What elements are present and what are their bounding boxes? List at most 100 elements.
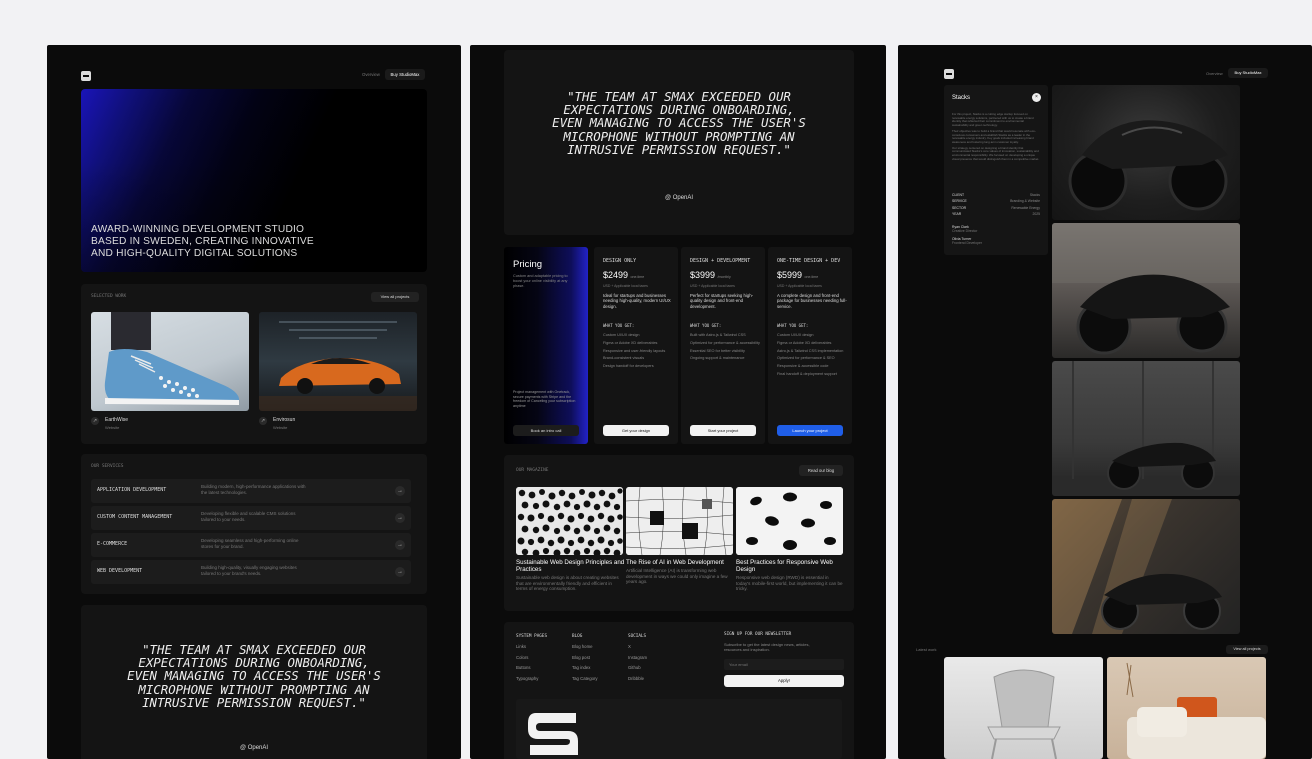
testimonial-quote: "THE TEAM AT SMAX EXCEEDED OUR EXPECTATI…	[127, 642, 381, 710]
car-illustration	[259, 321, 417, 411]
view-all-projects-button[interactable]: View all projects	[1226, 645, 1268, 654]
project-image-earthwise[interactable]	[91, 312, 249, 411]
chair-illustration	[987, 669, 1061, 759]
get-your-design-button[interactable]: Get your design	[603, 425, 669, 436]
pricing-page-panel: "THE TEAM AT SMAX EXCEEDED OUR EXPECTATI…	[470, 45, 886, 759]
blog-image-sustainable[interactable]	[516, 487, 623, 555]
service-title: WEB DEVELOPMENT	[97, 568, 143, 574]
launch-your-project-button[interactable]: Launch your project	[777, 425, 843, 436]
arrow-right-icon[interactable]: →	[395, 513, 405, 523]
footer-link[interactable]: Colors	[516, 653, 547, 663]
plan-features: Built with Astro.js & Tailwind CSS Optim…	[690, 333, 760, 361]
services-label: OUR SERVICES	[91, 464, 124, 469]
footer-link[interactable]: Tag Category	[572, 674, 598, 684]
plan-desc: Perfect for startups seeking high-qualit…	[690, 293, 754, 309]
selected-work-section: SELECTED WORK View all projects ↗ EarthW…	[81, 284, 427, 444]
footer-logo-card	[516, 699, 842, 759]
latest-work-image-chair[interactable]	[944, 657, 1103, 759]
testimonial-quote: "THE TEAM AT SMAX EXCEEDED OUR EXPECTATI…	[552, 89, 806, 157]
plan-features-label: WHAT YOU GET:	[603, 323, 635, 328]
start-your-project-button[interactable]: Start your project	[690, 425, 756, 436]
newsletter-email-input[interactable]	[724, 659, 844, 670]
nav-overview-link[interactable]: Overview	[1206, 71, 1223, 76]
read-our-blog-button[interactable]: Read our blog	[799, 465, 843, 476]
view-all-projects-button[interactable]: View all projects	[371, 292, 419, 302]
arrow-right-icon[interactable]: →	[395, 540, 405, 550]
studio-logo-icon[interactable]	[81, 71, 91, 81]
work-type-envirosun: Website	[273, 425, 288, 430]
service-row[interactable]: WEB DEVELOPMENT Building high-quality, v…	[91, 560, 411, 584]
work-title-earthwise[interactable]: EarthWise	[105, 417, 128, 423]
buy-studiomax-button[interactable]: Buy StudioMax	[1228, 68, 1268, 78]
project-team: Ryan Clark Creative Director Olivia Turn…	[952, 225, 982, 246]
project-image-envirosun[interactable]	[259, 312, 417, 411]
newsletter-desc: Subscribe to get the latest design news,…	[724, 642, 810, 653]
project-image-motorcycle-2[interactable]	[1052, 223, 1240, 358]
pebbles-image	[736, 487, 843, 555]
service-row[interactable]: E-COMMERCE Developing seamless and high-…	[91, 533, 411, 557]
service-desc: Developing flexible and scalable CMS sol…	[201, 511, 296, 522]
selected-work-label: SELECTED WORK	[91, 294, 127, 299]
blog-post-title[interactable]: Best Practices for Responsive Web Design	[736, 559, 846, 574]
service-row[interactable]: APPLICATION DEVELOPMENT Building modern,…	[91, 479, 411, 503]
plan-price: $5999 one-time	[777, 270, 819, 280]
close-icon[interactable]: ×	[1032, 93, 1041, 102]
buy-studiomax-button[interactable]: Buy StudioMax	[385, 69, 425, 80]
sneaker-illustration	[104, 312, 240, 405]
footer-link[interactable]: X	[628, 642, 647, 652]
plan-name: DESIGN + DEVELOPMENT	[690, 258, 751, 264]
project-image-motorcycle-3[interactable]	[1052, 361, 1240, 496]
plan-card-design-only: DESIGN ONLY $2499 one-time USD + Applica…	[594, 247, 678, 444]
footer-link[interactable]: Buttons	[516, 663, 547, 673]
newsletter-title: SIGN UP FOR OUR NEWSLETTER	[724, 632, 792, 637]
footer-link[interactable]: Links	[516, 642, 547, 652]
grid-blur-image	[626, 487, 733, 555]
footer-link[interactable]: Instagram	[628, 653, 647, 663]
blog-image-ai[interactable]	[626, 487, 733, 555]
studio-logo-icon[interactable]	[944, 69, 954, 79]
footer-system-pages: SYSTEM PAGES Links Colors Buttons Typogr…	[516, 632, 547, 684]
testimonial-author: @ OpenAI	[239, 745, 269, 751]
project-image-motorcycle-1[interactable]	[1052, 85, 1240, 220]
work-type-earthwise: Website	[105, 425, 120, 430]
plan-desc: A complete design and front-end package …	[777, 293, 847, 309]
work-title-envirosun[interactable]: Envirosun	[273, 417, 295, 423]
plan-features: Custom UI/UX design Figma or Adobe XD de…	[777, 333, 844, 376]
service-title: CUSTOM CONTENT MANAGEMENT	[97, 514, 173, 520]
footer-link[interactable]: Tag index	[572, 663, 598, 673]
services-section: OUR SERVICES APPLICATION DEVELOPMENT Bui…	[81, 454, 427, 594]
pattern-cells-image	[516, 487, 623, 555]
arrow-right-icon[interactable]: →	[395, 567, 405, 577]
plan-card-design-development: DESIGN + DEVELOPMENT $3999 /monthly USD …	[681, 247, 765, 444]
plan-card-one-time: ONE-TIME DESIGN + DEV $5999 one-time USD…	[768, 247, 852, 444]
arrow-right-icon[interactable]: →	[395, 486, 405, 496]
blog-image-responsive[interactable]	[736, 487, 843, 555]
blog-post-desc: Sustainable web design is about creating…	[516, 575, 619, 592]
footer-link[interactable]: Github	[628, 663, 647, 673]
blog-post-title[interactable]: Sustainable Web Design Principles and Pr…	[516, 559, 626, 574]
book-intro-call-button[interactable]: Book an intro call	[513, 425, 579, 436]
plan-tax-note: USD + Applicable local taxes	[777, 284, 822, 288]
plan-tax-note: USD + Applicable local taxes	[690, 284, 735, 288]
blog-post-title[interactable]: The Rise of AI in Web Development	[626, 559, 736, 566]
magazine-label: OUR MAGAZINE	[516, 468, 549, 473]
newsletter-apply-button[interactable]: Apply!	[724, 675, 844, 687]
testimonial-author: @ OpenAI	[664, 195, 694, 201]
footer-link[interactable]: Blog post	[572, 653, 598, 663]
nav-overview-link[interactable]: Overview	[362, 72, 380, 77]
testimonial-section: "THE TEAM AT SMAX EXCEEDED OUR EXPECTATI…	[81, 605, 427, 759]
footer-link[interactable]: Dribbble	[628, 674, 647, 684]
plan-price: $3999 /monthly	[690, 270, 731, 280]
blog-post-desc: Responsive web design (RWD) is essential…	[736, 575, 843, 592]
plan-tax-note: USD + Applicable local taxes	[603, 284, 648, 288]
latest-work-image-sofa[interactable]	[1107, 657, 1266, 759]
footer-link[interactable]: Blog home	[572, 642, 598, 652]
footer-link[interactable]: Typography	[516, 674, 547, 684]
plan-price: $2499 one-time	[603, 270, 645, 280]
arrow-icon: ↗	[259, 417, 267, 425]
motorcycle-illustration	[1068, 120, 1228, 211]
pricing-note: Project management with Onetrack, secure…	[513, 390, 576, 408]
project-image-motorcycle-4[interactable]	[1052, 499, 1240, 634]
service-row[interactable]: CUSTOM CONTENT MANAGEMENT Developing fle…	[91, 506, 411, 530]
testimonial-section: "THE TEAM AT SMAX EXCEEDED OUR EXPECTATI…	[504, 50, 854, 235]
